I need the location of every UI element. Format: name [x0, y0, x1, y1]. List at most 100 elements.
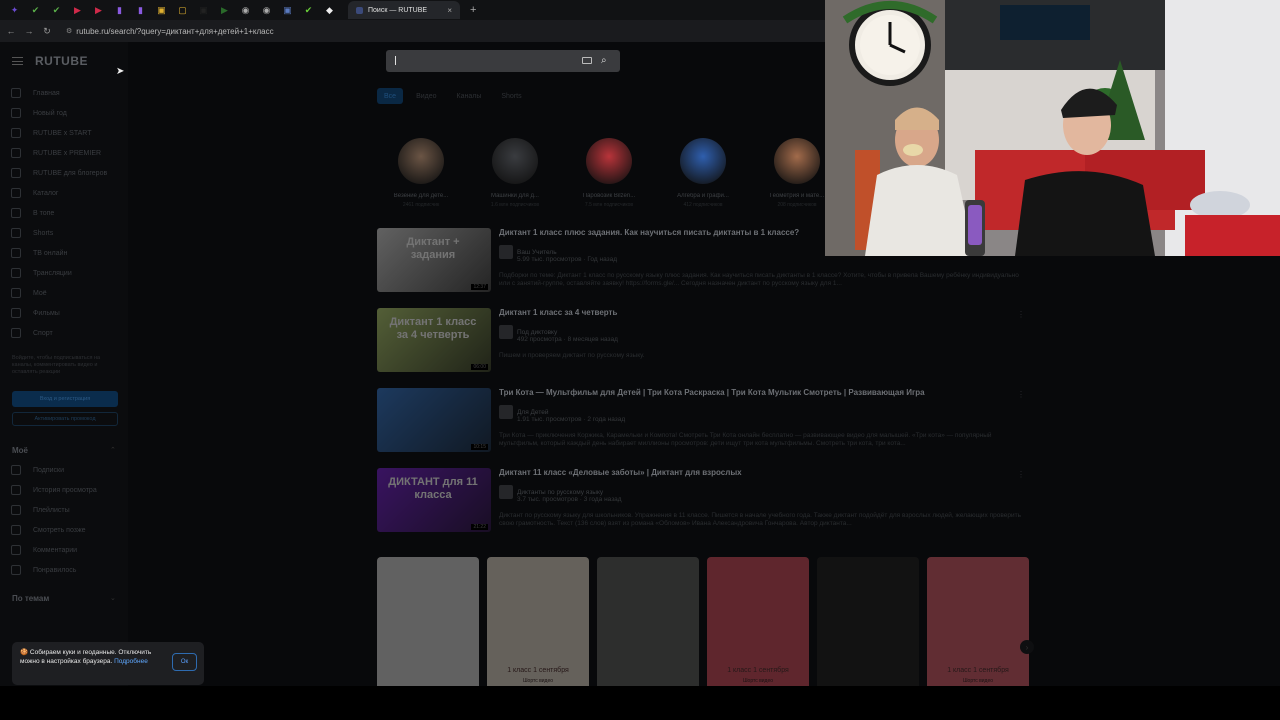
- tab-favicon-icon[interactable]: ▮: [132, 3, 149, 17]
- tab-favicon-icon[interactable]: ▶: [216, 3, 233, 17]
- channel-name[interactable]: Везение для дете...: [381, 193, 461, 199]
- filter-chip[interactable]: Каналы: [450, 88, 489, 104]
- channel-avatar[interactable]: [680, 138, 726, 184]
- my-item[interactable]: Плейлисты: [11, 503, 70, 517]
- channel-avatar[interactable]: [774, 138, 820, 184]
- video-thumbnail[interactable]: Диктант + задания 12:37: [377, 228, 491, 292]
- topics-section-header[interactable]: По темам: [12, 594, 49, 603]
- video-row[interactable]: 10:15 Три Кота — Мультфильм для Детей | Т…: [377, 388, 1027, 452]
- url-field[interactable]: ⚙ rutube.ru/search/?query=диктант+для+де…: [66, 27, 274, 36]
- cookie-more-link[interactable]: Подробнее: [114, 658, 148, 665]
- video-title[interactable]: Диктант 1 класс плюс задания. Как научит…: [499, 228, 799, 237]
- tab-close-icon[interactable]: ×: [447, 6, 452, 15]
- more-options-icon[interactable]: ⋮: [1017, 310, 1025, 319]
- tab-favicon-icon[interactable]: ▣: [279, 3, 296, 17]
- new-tab-button[interactable]: +: [470, 4, 476, 16]
- tab-favicon-icon[interactable]: ✔: [27, 3, 44, 17]
- tab-active[interactable]: Поиск — RUTUBE ×: [348, 1, 460, 19]
- video-thumbnail[interactable]: 10:15: [377, 388, 491, 452]
- shorts-next-arrow-icon[interactable]: ›: [1020, 640, 1034, 654]
- video-meta: 5.99 тыс. просмотров · Год назад: [517, 256, 618, 263]
- my-item[interactable]: История просмотра: [11, 483, 97, 497]
- sidebar-item[interactable]: Главная: [11, 86, 60, 100]
- my-section-header[interactable]: Моё: [12, 446, 28, 455]
- back-icon[interactable]: ←: [6, 26, 16, 36]
- sidebar-item[interactable]: Моё: [11, 286, 47, 300]
- search-input[interactable]: ⌕: [386, 50, 620, 72]
- short-title: 1 класс 1 сентября: [727, 667, 789, 674]
- channel-card[interactable]: Алгебра и графи... 412 подписчиков: [663, 138, 743, 208]
- channel-name[interactable]: Паровозик Bilzen...: [569, 193, 649, 199]
- tab-favicon-icon[interactable]: ▶: [69, 3, 86, 17]
- reload-icon[interactable]: ↻: [42, 26, 52, 37]
- sidebar-item[interactable]: В топе: [11, 206, 54, 220]
- short-card[interactable]: [817, 557, 919, 696]
- sidebar-item[interactable]: Фильмы: [11, 306, 60, 320]
- video-row[interactable]: ДИКТАНТ для 11 класса 21:22 Диктант 11 кла…: [377, 468, 1027, 532]
- filter-chip[interactable]: Видео: [409, 88, 443, 104]
- video-thumbnail[interactable]: Диктант 1 класс за 4 четверть 06:00: [377, 308, 491, 372]
- channel-card[interactable]: Машинки для д... 1.6 млн подписчиков: [475, 138, 555, 208]
- channel-avatar[interactable]: [492, 138, 538, 184]
- sidebar-item[interactable]: Спорт: [11, 326, 53, 340]
- chevron-up-icon[interactable]: ⌃: [110, 446, 116, 454]
- channel-avatar[interactable]: [398, 138, 444, 184]
- filter-chip[interactable]: Все: [377, 88, 404, 104]
- short-card[interactable]: 1 класс 1 сентября Шортс видео: [487, 557, 589, 696]
- channel-avatar[interactable]: [586, 138, 632, 184]
- tab-favicon-icon[interactable]: ◆: [321, 3, 338, 17]
- sidebar-item[interactable]: ТВ онлайн: [11, 246, 67, 260]
- my-item[interactable]: Подписки: [11, 463, 64, 477]
- video-thumbnail[interactable]: ДИКТАНТ для 11 класса 21:22: [377, 468, 491, 532]
- more-options-icon[interactable]: ⋮: [1017, 470, 1025, 479]
- tab-favicon-icon[interactable]: ▣: [195, 3, 212, 17]
- video-title[interactable]: Три Кота — Мультфильм для Детей | Три Ко…: [499, 388, 925, 397]
- tab-favicon-icon[interactable]: ✔: [300, 3, 317, 17]
- short-card[interactable]: 1 класс 1 сентября Шортс видео: [707, 557, 809, 696]
- tab-favicon-icon[interactable]: ✦: [6, 3, 23, 17]
- tab-favicon-icon[interactable]: ▮: [111, 3, 128, 17]
- promo-button[interactable]: Активировать промокод: [12, 412, 118, 426]
- channel-name[interactable]: Машинки для д...: [475, 193, 555, 199]
- channel-name[interactable]: Алгебра и графи...: [663, 193, 743, 199]
- chevron-down-icon[interactable]: ⌄: [110, 594, 116, 602]
- sidebar-item[interactable]: RUTUBE для блогеров: [11, 166, 107, 180]
- sidebar-item[interactable]: RUTUBE x START: [11, 126, 91, 140]
- video-title[interactable]: Диктант 11 класс «Деловые заботы» | Дикт…: [499, 468, 742, 477]
- sidebar-item[interactable]: Новый год: [11, 106, 67, 120]
- sidebar-item[interactable]: Каталог: [11, 186, 58, 200]
- menu-icon[interactable]: [12, 57, 23, 65]
- tab-favicon-icon[interactable]: ▶: [90, 3, 107, 17]
- tab-favicon-icon[interactable]: ◉: [237, 3, 254, 17]
- cookie-ok-button[interactable]: Ок: [172, 653, 197, 671]
- short-card[interactable]: [597, 557, 699, 696]
- video-title[interactable]: Диктант 1 класс за 4 четверть: [499, 308, 617, 317]
- short-card[interactable]: [377, 557, 479, 696]
- site-info-icon[interactable]: ⚙: [66, 27, 72, 35]
- search-icon[interactable]: ⌕: [601, 55, 607, 66]
- tab-favicon-icon[interactable]: ▣: [153, 3, 170, 17]
- rutube-logo[interactable]: RUTUBE: [35, 54, 88, 68]
- sidebar-item[interactable]: Трансляции: [11, 266, 72, 280]
- login-button[interactable]: Вход и регистрация: [12, 391, 118, 407]
- sidebar-item-label: Трансляции: [33, 269, 72, 277]
- tab-favicon-icon[interactable]: ▢: [174, 3, 191, 17]
- my-item[interactable]: Комментарии: [11, 543, 77, 557]
- my-item[interactable]: Смотреть позже: [11, 523, 86, 537]
- channel-card[interactable]: Везение для дете... 2461 подписчик: [381, 138, 461, 208]
- sidebar-item[interactable]: RUTUBE x PREMIER: [11, 146, 101, 160]
- video-row[interactable]: Диктант 1 класс за 4 четверть 06:00 Диктан…: [377, 308, 1027, 372]
- tab-favicon-icon[interactable]: ✔: [48, 3, 65, 17]
- my-item-label: Плейлисты: [33, 506, 70, 514]
- my-item[interactable]: Понравилось: [11, 563, 76, 577]
- short-card[interactable]: 1 класс 1 сентября Шортс видео: [927, 557, 1029, 696]
- more-options-icon[interactable]: ⋮: [1017, 390, 1025, 399]
- forward-icon[interactable]: →: [24, 26, 34, 36]
- filter-chip[interactable]: Shorts: [494, 88, 528, 104]
- screen: { "browser": { "tab_favicons": ["✦","✔",…: [0, 0, 1280, 720]
- playlist-icon: [11, 505, 21, 515]
- channel-card[interactable]: Паровозик Bilzen... 7.5 млн подписчиков: [569, 138, 649, 208]
- tab-favicon-icon[interactable]: ◉: [258, 3, 275, 17]
- sidebar-item[interactable]: Shorts: [11, 226, 53, 240]
- keyboard-icon[interactable]: [582, 57, 592, 64]
